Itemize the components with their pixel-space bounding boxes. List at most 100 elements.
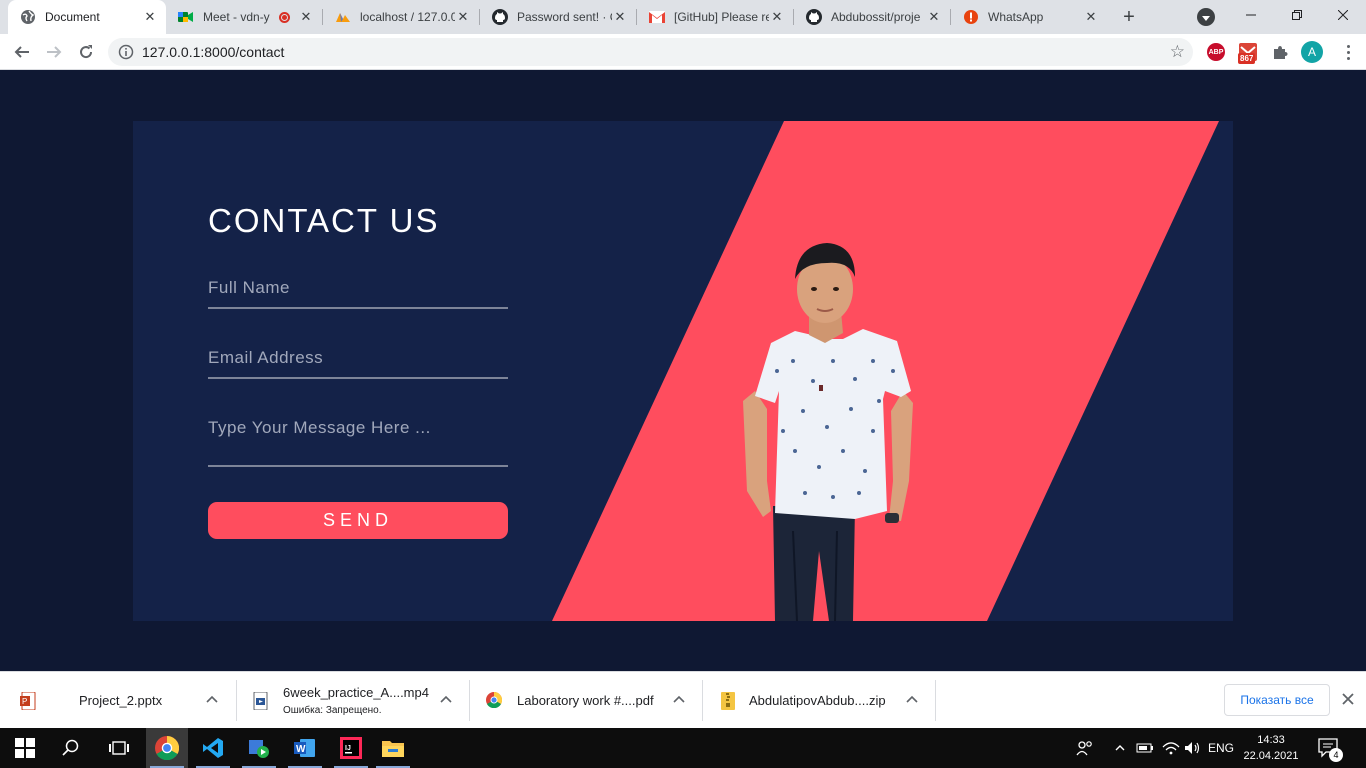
contact-page: CONTACT US Full Name Email Address Type … [0,71,1366,671]
message-textarea[interactable]: Type Your Message Here ... [208,418,508,467]
windows-taskbar: W IJ ENG 14:33 22.04.2021 4 [0,728,1366,768]
tab-whatsapp[interactable]: WhatsApp ✕ [951,0,1107,34]
clock-date: 22.04.2021 [1243,750,1299,762]
close-tab-icon[interactable]: ✕ [455,9,471,25]
phpmyadmin-icon [335,9,351,25]
back-arrow-icon[interactable] [8,38,36,66]
search-icon[interactable] [50,728,92,768]
tab-document[interactable]: Document ✕ [8,0,166,34]
minimize-window-icon[interactable] [1228,0,1274,30]
tab-title: Password sent! · G [517,10,612,24]
download-item-pdf[interactable]: Laboratory work #....pdf [470,672,702,729]
adblock-plus-icon[interactable]: ABP [1207,43,1225,61]
contact-form: CONTACT US Full Name Email Address Type … [208,201,508,539]
bookmark-star-icon[interactable]: ☆ [1170,43,1185,61]
google-meet-icon [178,9,194,25]
person-photo [743,243,913,621]
download-filename: 6week_practice_A....mp4 [283,685,429,700]
recording-indicator-icon [279,11,290,23]
send-button[interactable]: SEND [208,502,508,539]
url-text: 127.0.0.1:8000/contact [142,44,285,60]
alert-icon [963,9,979,25]
powerpoint-file-icon: P [20,691,36,711]
volume-icon[interactable] [1182,728,1204,768]
restore-window-icon[interactable] [1274,0,1320,30]
close-window-icon[interactable] [1320,0,1366,30]
gmail-icon [649,9,665,25]
tab-search-icon[interactable] [1197,8,1215,26]
tab-meet[interactable]: Meet - vdn-y ✕ [166,0,322,34]
file-explorer-icon[interactable] [372,728,414,768]
globe-icon [20,9,36,25]
chevron-up-icon[interactable] [672,693,686,707]
people-icon[interactable] [1074,728,1096,768]
github-icon [806,9,822,25]
tab-gmail[interactable]: [GitHub] Please re ✕ [637,0,793,34]
tab-title: localhost / 127.0.0 [360,10,455,24]
github-icon [492,9,508,25]
svg-text:IJ: IJ [345,745,351,752]
download-item-pptx[interactable]: P Project_2.pptx [0,672,236,729]
close-tab-icon[interactable]: ✕ [142,9,158,25]
site-info-icon[interactable] [118,44,134,60]
tab-github-project[interactable]: Abdubossit/proje ✕ [794,0,950,34]
word-icon[interactable]: W [284,728,326,768]
download-item-mp4[interactable]: 6week_practice_A....mp4 Ошибка: Запрещен… [237,672,469,729]
notification-count-badge: 4 [1329,748,1343,762]
tab-github-password[interactable]: Password sent! · G ✕ [480,0,636,34]
contact-card: CONTACT US Full Name Email Address Type … [133,121,1233,621]
download-filename: Project_2.pptx [79,693,163,708]
tab-phpmyadmin[interactable]: localhost / 127.0.0 ✕ [323,0,479,34]
wifi-icon[interactable] [1160,728,1182,768]
download-status: Ошибка: Запрещено. [283,705,382,716]
svg-text:P: P [22,697,27,706]
close-icon[interactable] [1340,691,1356,707]
tab-title: WhatsApp [988,10,1044,24]
tab-title: [GitHub] Please re [674,10,769,24]
profile-avatar[interactable]: A [1301,41,1323,63]
tray-chevron-up-icon[interactable] [1112,728,1128,768]
browser-toolbar: 127.0.0.1:8000/contact ☆ ABP A [0,34,1366,70]
full-name-input[interactable]: Full Name [208,278,508,309]
close-tab-icon[interactable]: ✕ [769,9,785,25]
tab-title: Abdubossit/proje [831,10,921,24]
close-tab-icon[interactable]: ✕ [612,9,628,25]
tab-title: Meet - vdn-y [203,10,270,24]
page-title: CONTACT US [208,202,440,239]
mail-count-badge: 867 [1238,53,1256,64]
show-all-downloads-button[interactable]: Показать все [1224,684,1330,716]
address-bar[interactable]: 127.0.0.1:8000/contact ☆ [108,38,1193,66]
wristwatch [885,513,899,523]
download-item-zip[interactable]: AbdulatipovAbdub....zip [703,672,935,729]
forward-arrow-icon[interactable] [40,38,68,66]
vscode-icon[interactable] [192,728,234,768]
battery-icon[interactable] [1134,728,1156,768]
svg-text:W: W [296,744,306,755]
email-field[interactable]: Email Address [208,348,508,379]
extensions-puzzle-icon[interactable] [1271,43,1289,61]
reload-icon[interactable] [72,38,100,66]
intellij-icon[interactable]: IJ [330,728,372,768]
zip-file-icon [721,692,737,710]
chevron-up-icon[interactable] [205,693,219,707]
task-view-icon[interactable] [98,728,140,768]
start-icon[interactable] [4,728,46,768]
close-tab-icon[interactable]: ✕ [298,9,314,25]
chrome-icon[interactable] [146,728,188,768]
download-filename: Laboratory work #....pdf [517,693,654,708]
close-tab-icon[interactable]: ✕ [1083,9,1099,25]
system-clock[interactable]: 14:33 22.04.2021 [1240,732,1302,764]
chevron-up-icon[interactable] [905,693,919,707]
download-shelf: P Project_2.pptx 6week_practice_A....mp4… [0,671,1366,728]
download-filename: AbdulatipovAbdub....zip [749,693,886,708]
download-divider [935,680,936,721]
media-player-icon[interactable] [238,728,280,768]
language-indicator[interactable]: ENG [1206,728,1236,768]
tab-title: Document [45,10,100,24]
clock-time: 14:33 [1257,734,1285,746]
chrome-pdf-icon [486,691,503,710]
browser-menu-icon[interactable] [1340,40,1356,64]
close-tab-icon[interactable]: ✕ [926,9,942,25]
new-tab-button[interactable]: + [1117,5,1141,29]
chevron-up-icon[interactable] [439,693,453,707]
